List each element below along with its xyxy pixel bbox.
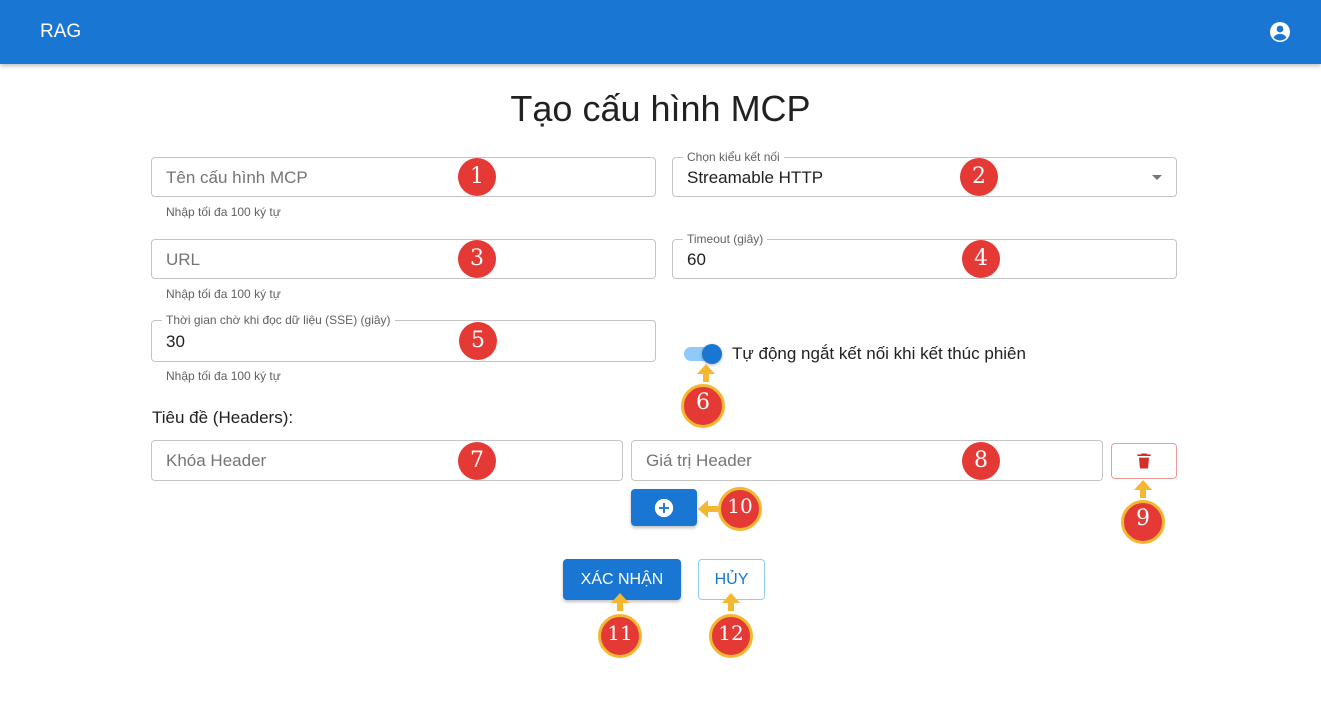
sse-read-timeout-helper: Nhập tối đa 100 ký tự — [166, 369, 281, 383]
auto-disconnect-switch-thumb[interactable] — [702, 344, 722, 364]
auto-disconnect-label: Tự động ngắt kết nối khi kết thúc phiên — [732, 344, 1026, 363]
sse-read-timeout-value: 30 — [166, 332, 185, 351]
annotation-badge: 3 — [458, 240, 496, 278]
config-name-input[interactable]: Tên cấu hình MCP — [151, 157, 656, 197]
timeout-input[interactable]: Timeout (giây) 60 — [672, 232, 1177, 279]
plus-circle-icon — [654, 498, 674, 518]
url-placeholder: URL — [166, 250, 201, 269]
annotation-badge: 4 — [962, 240, 1000, 278]
connection-type-select[interactable]: Chọn kiểu kết nối Streamable HTTP — [672, 150, 1177, 197]
sse-read-timeout-label: Thời gian chờ khi đọc dữ liệu (SSE) (giâ… — [162, 313, 395, 327]
header-key-placeholder: Khóa Header — [166, 451, 267, 470]
annotation-badge: 1 — [458, 158, 496, 196]
account-circle-icon[interactable] — [1268, 20, 1292, 44]
annotation-arrow-left-icon — [698, 500, 718, 518]
annotation-badge: 2 — [960, 158, 998, 196]
annotation-badge: 5 — [459, 322, 497, 360]
app-title: RAG — [40, 21, 82, 42]
url-input[interactable]: URL — [151, 239, 656, 279]
annotation-badge: 9 — [1121, 500, 1165, 544]
annotation-badge: 7 — [458, 442, 496, 480]
headers-section-title: Tiêu đề (Headers): — [152, 408, 294, 427]
sse-read-timeout-input[interactable]: Thời gian chờ khi đọc dữ liệu (SSE) (giâ… — [151, 313, 656, 362]
add-header-button[interactable] — [631, 489, 697, 526]
chevron-down-icon — [1152, 175, 1162, 180]
header-value-placeholder: Giá trị Header — [646, 451, 752, 470]
config-name-placeholder: Tên cấu hình MCP — [166, 168, 308, 187]
annotation-arrow-up-icon — [697, 364, 715, 382]
annotation-badge: 6 — [681, 384, 725, 428]
app-bar: RAG — [0, 0, 1321, 64]
header-key-input[interactable]: Khóa Header — [151, 440, 623, 481]
connection-type-label: Chọn kiểu kết nối — [683, 150, 784, 164]
annotation-badge: 11 — [598, 614, 642, 658]
annotation-badge: 10 — [718, 487, 762, 531]
annotation-badge: 8 — [962, 442, 1000, 480]
header-value-input[interactable]: Giá trị Header — [631, 440, 1103, 481]
annotation-arrow-up-icon — [611, 593, 629, 611]
page-title: Tạo cấu hình MCP — [510, 88, 811, 129]
annotation-arrow-up-icon — [722, 593, 740, 611]
trash-icon — [1137, 453, 1151, 469]
annotation-arrow-up-icon — [1134, 480, 1152, 498]
annotation-badge: 12 — [709, 614, 753, 658]
timeout-value: 60 — [687, 250, 706, 269]
connection-type-value: Streamable HTTP — [687, 168, 824, 187]
delete-header-button[interactable] — [1111, 443, 1177, 479]
config-name-helper: Nhập tối đa 100 ký tự — [166, 205, 281, 219]
timeout-label: Timeout (giây) — [683, 232, 768, 246]
url-helper: Nhập tối đa 100 ký tự — [166, 287, 281, 301]
